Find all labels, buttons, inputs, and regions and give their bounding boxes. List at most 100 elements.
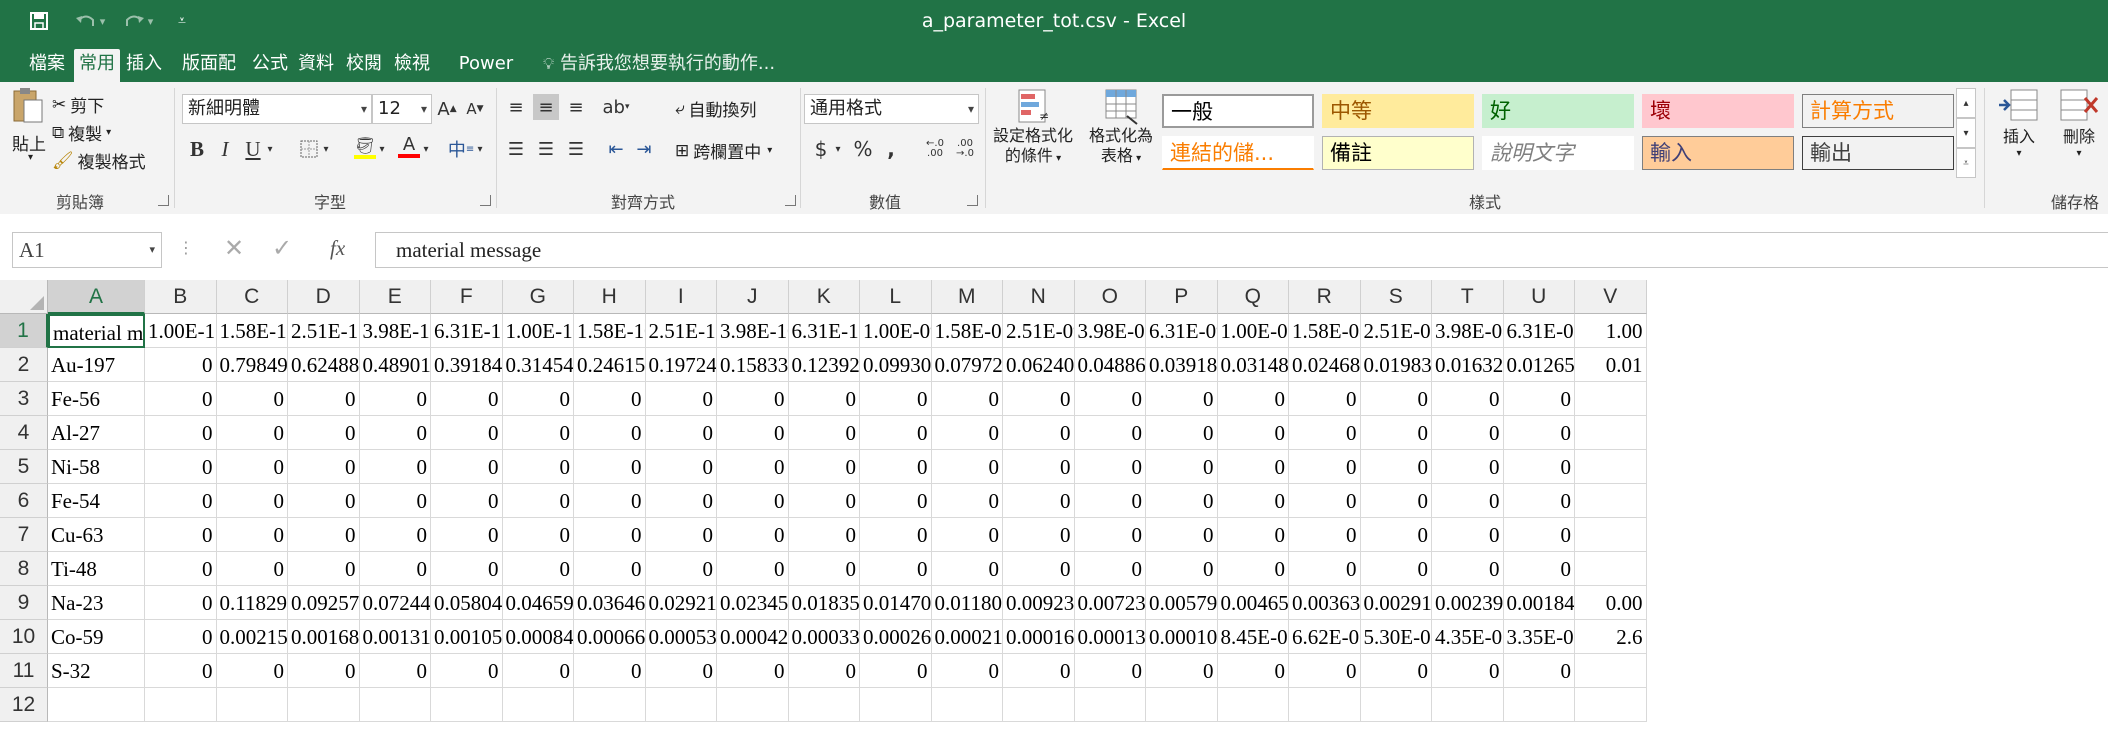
alignment-launcher-icon[interactable] xyxy=(785,195,796,206)
cell-k7[interactable]: 0 xyxy=(788,518,860,552)
cell-r3[interactable]: 0 xyxy=(1289,382,1361,416)
cell-b2[interactable]: 0 xyxy=(145,348,217,382)
cell-j2[interactable]: 0.158338 xyxy=(717,348,789,382)
cell-e12[interactable] xyxy=(359,688,431,722)
cell-h4[interactable]: 0 xyxy=(574,416,646,450)
cell-k4[interactable]: 0 xyxy=(788,416,860,450)
cell-a2[interactable]: Au-197 xyxy=(48,348,145,382)
cell-g2[interactable]: 0.314542 xyxy=(502,348,574,382)
cell-r8[interactable]: 0 xyxy=(1289,552,1361,586)
cell-h8[interactable]: 0 xyxy=(574,552,646,586)
cell-m10[interactable]: 0.000215 xyxy=(931,620,1003,654)
cell-g8[interactable]: 0 xyxy=(502,552,574,586)
cell-style-5[interactable]: 計算方式 xyxy=(1802,94,1954,128)
cell-h12[interactable] xyxy=(574,688,646,722)
cell-v12[interactable] xyxy=(1575,688,1647,722)
cell-c11[interactable]: 0 xyxy=(216,654,288,688)
formula-input[interactable]: material message xyxy=(375,232,2108,268)
cell-a12[interactable] xyxy=(48,688,145,722)
bold-icon[interactable]: B xyxy=(184,136,210,162)
percent-icon[interactable]: % xyxy=(850,136,876,162)
column-header-d[interactable]: D xyxy=(288,280,360,314)
cell-u11[interactable]: 0 xyxy=(1503,654,1575,688)
cell-l6[interactable]: 0 xyxy=(860,484,932,518)
format-as-table-button[interactable]: 格式化為 表格 ▾ xyxy=(1082,86,1160,186)
cell-q5[interactable]: 0 xyxy=(1217,450,1289,484)
cell-o9[interactable]: 0.00723 xyxy=(1074,586,1146,620)
cell-s6[interactable]: 0 xyxy=(1360,484,1432,518)
cell-a11[interactable]: S-32 xyxy=(48,654,145,688)
tab-review[interactable]: 校閱 xyxy=(346,49,382,82)
cell-q10[interactable]: 8.45E-05 xyxy=(1217,620,1289,654)
cell-b7[interactable]: 0 xyxy=(145,518,217,552)
gallery-scroll-down-icon[interactable]: ▾ xyxy=(1956,118,1976,148)
cell-l7[interactable]: 0 xyxy=(860,518,932,552)
paste-button[interactable]: 貼上 ▾ xyxy=(6,86,50,170)
column-header-i[interactable]: I xyxy=(645,280,717,314)
cell-e8[interactable]: 0 xyxy=(359,552,431,586)
cell-k8[interactable]: 0 xyxy=(788,552,860,586)
cell-j5[interactable]: 0 xyxy=(717,450,789,484)
cell-k3[interactable]: 0 xyxy=(788,382,860,416)
cell-d6[interactable]: 0 xyxy=(288,484,360,518)
cell-v11[interactable] xyxy=(1575,654,1647,688)
tab-formulas[interactable]: 公式 xyxy=(252,49,288,82)
cell-g3[interactable]: 0 xyxy=(502,382,574,416)
cell-f7[interactable]: 0 xyxy=(431,518,503,552)
cell-e2[interactable]: 0.489019 xyxy=(359,348,431,382)
column-header-a[interactable]: A xyxy=(48,280,145,314)
chevron-down-icon[interactable]: ▾ xyxy=(420,136,432,162)
cell-h6[interactable]: 0 xyxy=(574,484,646,518)
cell-v1[interactable]: 1.00 xyxy=(1575,314,1647,348)
cell-f4[interactable]: 0 xyxy=(431,416,503,450)
cell-f1[interactable]: 6.31E-11 xyxy=(431,314,503,348)
cell-k11[interactable]: 0 xyxy=(788,654,860,688)
cell-l2[interactable]: 0.099304 xyxy=(860,348,932,382)
cell-q2[interactable]: 0.031485 xyxy=(1217,348,1289,382)
cell-m6[interactable]: 0 xyxy=(931,484,1003,518)
cell-o6[interactable]: 0 xyxy=(1074,484,1146,518)
cell-n8[interactable]: 0 xyxy=(1003,552,1075,586)
tab-file[interactable]: 檔案 xyxy=(18,49,76,82)
tab-data[interactable]: 資料 xyxy=(298,49,334,82)
cell-j7[interactable]: 0 xyxy=(717,518,789,552)
cell-b1[interactable]: 1.00E-11 xyxy=(145,314,217,348)
cell-t3[interactable]: 0 xyxy=(1432,382,1504,416)
cell-i3[interactable]: 0 xyxy=(645,382,717,416)
cell-p5[interactable]: 0 xyxy=(1146,450,1218,484)
cell-f12[interactable] xyxy=(431,688,503,722)
align-left-icon[interactable]: ☰ xyxy=(503,136,529,162)
cell-k6[interactable]: 0 xyxy=(788,484,860,518)
cell-d12[interactable] xyxy=(288,688,360,722)
cell-u4[interactable]: 0 xyxy=(1503,416,1575,450)
column-header-s[interactable]: S xyxy=(1360,280,1432,314)
cell-r9[interactable]: 0.003639 xyxy=(1289,586,1361,620)
cell-f2[interactable]: 0.391841 xyxy=(431,348,503,382)
cell-t4[interactable]: 0 xyxy=(1432,416,1504,450)
cell-r7[interactable]: 0 xyxy=(1289,518,1361,552)
cell-h11[interactable]: 0 xyxy=(574,654,646,688)
cell-i2[interactable]: 0.197244 xyxy=(645,348,717,382)
cell-f3[interactable]: 0 xyxy=(431,382,503,416)
cell-style-2[interactable]: 中等 xyxy=(1322,94,1474,128)
cell-v8[interactable] xyxy=(1575,552,1647,586)
cell-u7[interactable]: 0 xyxy=(1503,518,1575,552)
cell-p4[interactable]: 0 xyxy=(1146,416,1218,450)
column-header-h[interactable]: H xyxy=(574,280,646,314)
column-header-k[interactable]: K xyxy=(788,280,860,314)
cell-p12[interactable] xyxy=(1146,688,1218,722)
cell-s7[interactable]: 0 xyxy=(1360,518,1432,552)
cell-b9[interactable]: 0 xyxy=(145,586,217,620)
cell-j8[interactable]: 0 xyxy=(717,552,789,586)
cell-n5[interactable]: 0 xyxy=(1003,450,1075,484)
cell-m1[interactable]: 1.58E-09 xyxy=(931,314,1003,348)
insert-function-icon[interactable]: fx xyxy=(330,236,345,261)
column-header-m[interactable]: M xyxy=(931,280,1003,314)
tab-insert[interactable]: 插入 xyxy=(126,49,162,82)
cell-a8[interactable]: Ti-48 xyxy=(48,552,145,586)
row-header-4[interactable]: 4 xyxy=(0,416,48,450)
font-launcher-icon[interactable] xyxy=(480,195,491,206)
cell-v5[interactable] xyxy=(1575,450,1647,484)
cell-u12[interactable] xyxy=(1503,688,1575,722)
cell-e6[interactable]: 0 xyxy=(359,484,431,518)
